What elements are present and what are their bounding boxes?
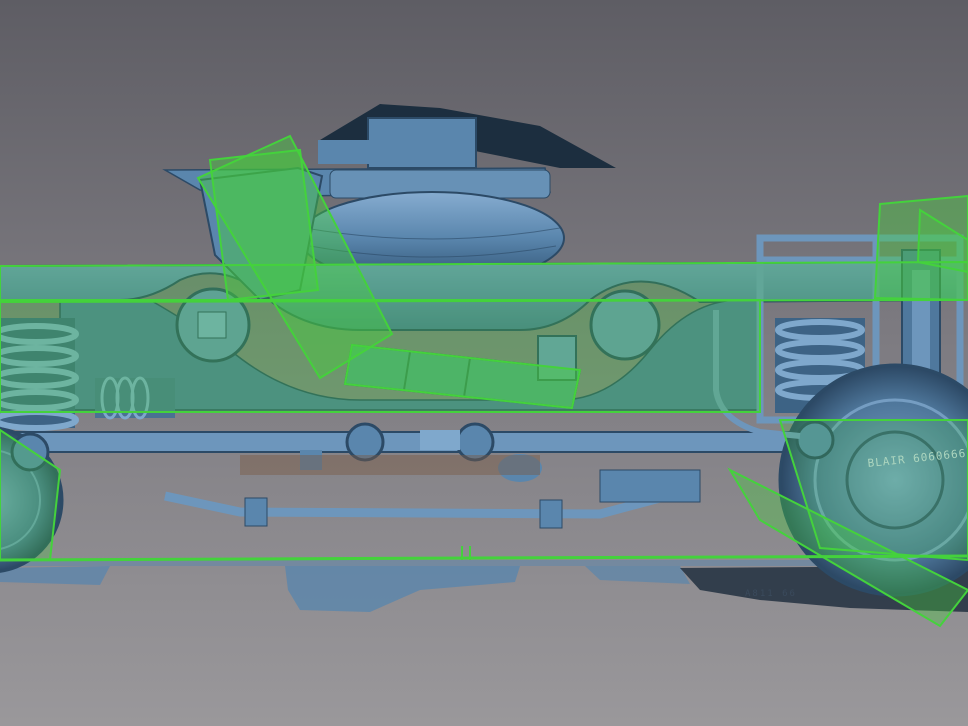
brake-rod: [164, 469, 701, 529]
center-block: [367, 117, 477, 169]
3d-viewport[interactable]: A811 66: [0, 0, 968, 726]
lower-beam: [0, 431, 831, 453]
ground-stamp-text: A811 66: [745, 589, 797, 599]
bogie-point-cloud: A811 66: [0, 104, 968, 628]
